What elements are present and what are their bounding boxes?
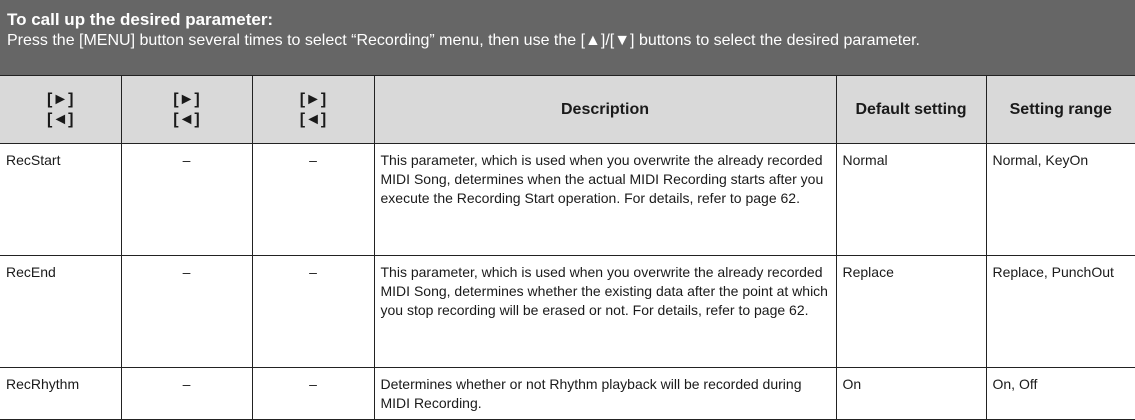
description-cell: This parameter, which is used when you o…	[373, 143, 837, 256]
description-cell: Determines whether or not Rhythm playbac…	[373, 367, 837, 420]
dash-cell: –	[251, 143, 375, 256]
dash-cell: –	[120, 367, 253, 420]
setting-range-cell: Normal, KeyOn	[985, 143, 1135, 256]
header-arrows-3: [►] [◄]	[251, 75, 375, 144]
header-setting-range: Setting range	[985, 75, 1135, 144]
setting-range-cell: Replace, PunchOut	[985, 255, 1135, 368]
header-arrow-left: [◄]	[173, 110, 200, 128]
table-row: RecRhythm – – Determines whether or not …	[0, 367, 1135, 420]
param-name: RecStart	[0, 143, 122, 256]
default-setting-cell: Normal	[835, 143, 987, 256]
dash-cell: –	[251, 367, 375, 420]
default-setting-cell: On	[835, 367, 987, 420]
header-arrows-1: [►] [◄]	[0, 75, 122, 144]
param-name: RecRhythm	[0, 367, 122, 420]
description-cell: This parameter, which is used when you o…	[373, 255, 837, 368]
header-arrow-right: [►]	[173, 90, 200, 108]
dash-cell: –	[251, 255, 375, 368]
header-arrow-right: [►]	[47, 90, 74, 108]
instruction-banner: To call up the desired parameter: Press …	[0, 0, 1135, 75]
table-row: RecEnd – – This parameter, which is used…	[0, 255, 1135, 368]
param-name: RecEnd	[0, 255, 122, 368]
header-description: Description	[373, 75, 837, 144]
banner-subtitle: Press the [MENU] button several times to…	[7, 32, 920, 49]
recording-parameter-table: [►] [◄] [►] [◄] [►] [◄] Description Defa…	[0, 75, 1135, 420]
setting-range-cell: On, Off	[985, 367, 1135, 420]
header-default-setting: Default setting	[835, 75, 987, 144]
header-arrows-2: [►] [◄]	[120, 75, 253, 144]
header-arrow-right: [►]	[299, 90, 327, 108]
banner-title: To call up the desired parameter:	[7, 10, 274, 29]
dash-cell: –	[120, 143, 253, 256]
table-header-row: [►] [◄] [►] [◄] [►] [◄] Description Defa…	[0, 75, 1135, 144]
header-arrow-left: [◄]	[299, 110, 327, 128]
default-setting-cell: Replace	[835, 255, 987, 368]
header-arrow-left: [◄]	[47, 110, 74, 128]
dash-cell: –	[120, 255, 253, 368]
table-row: RecStart – – This parameter, which is us…	[0, 143, 1135, 256]
page: To call up the desired parameter: Press …	[0, 0, 1135, 420]
